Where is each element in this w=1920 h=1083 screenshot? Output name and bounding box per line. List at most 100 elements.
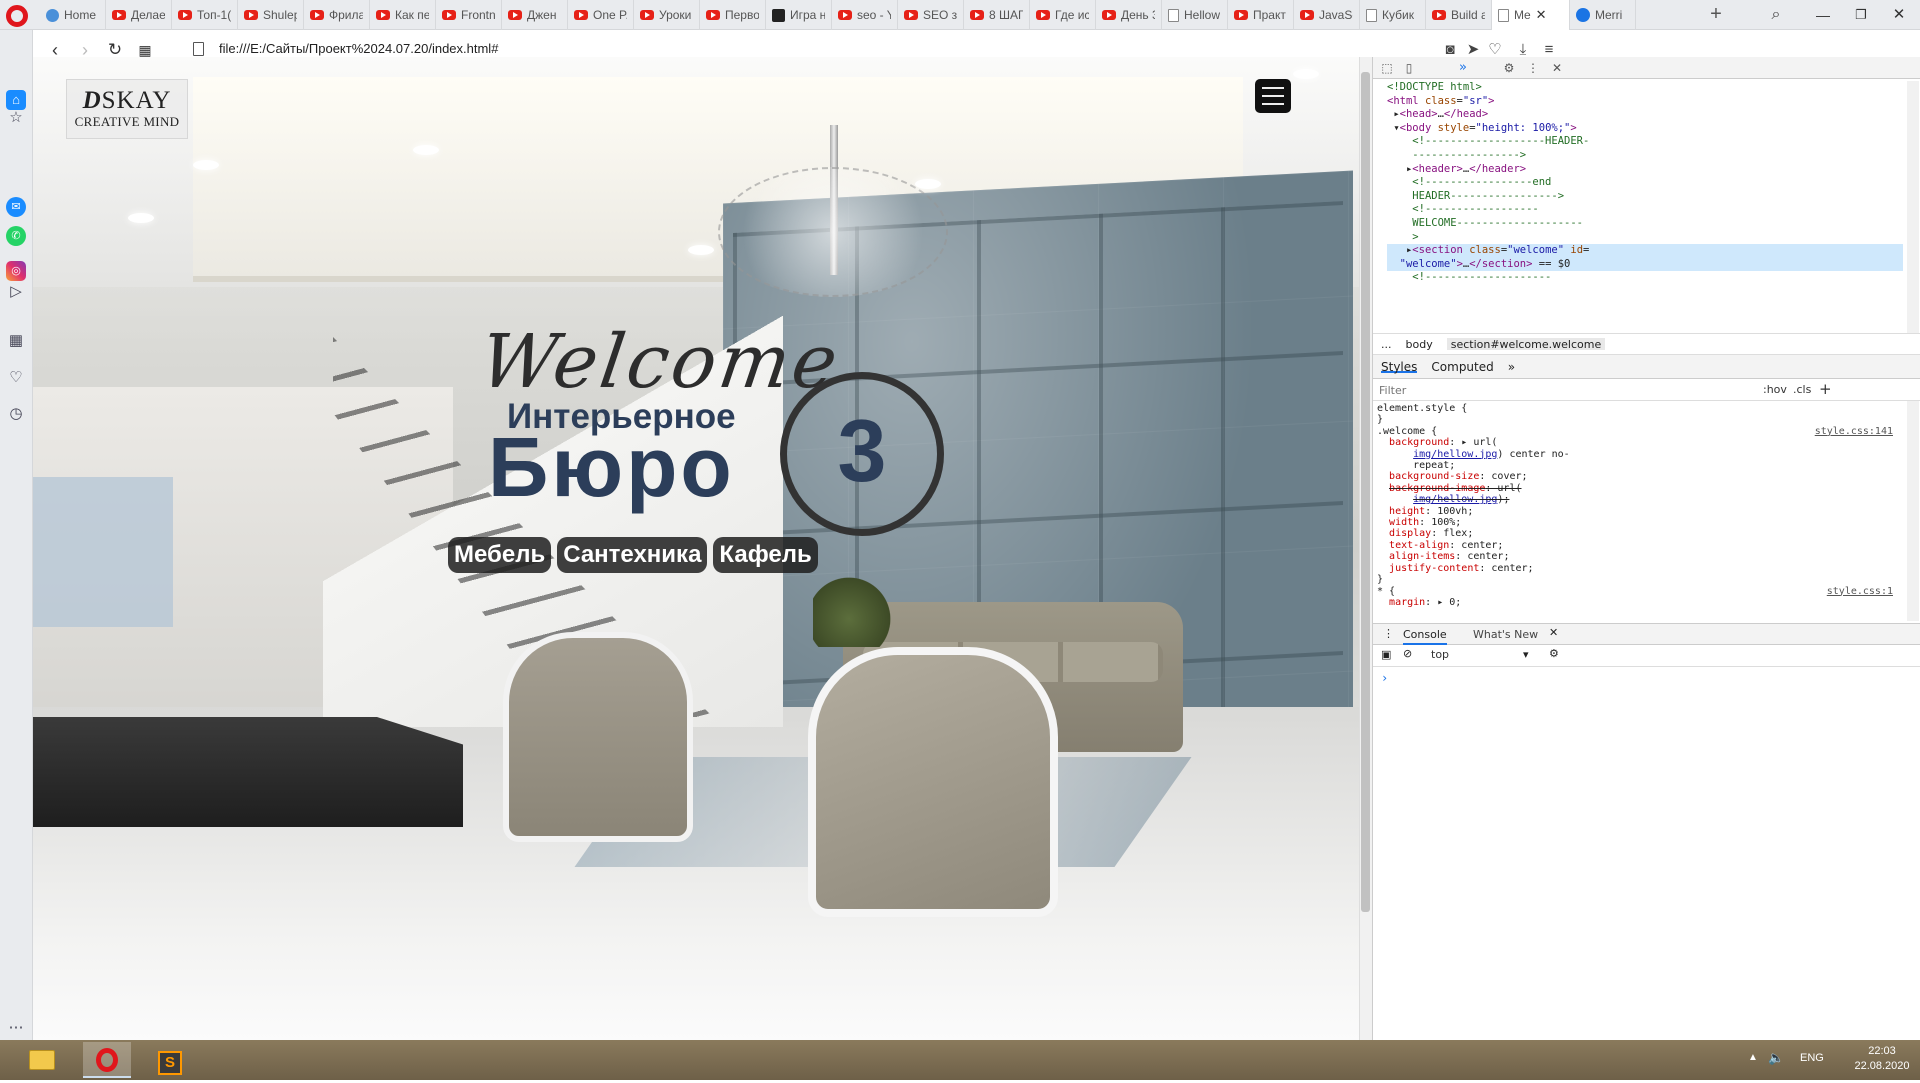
dom-tree-scrollbar[interactable] xyxy=(1907,81,1919,333)
volume-icon[interactable]: 🔈 xyxy=(1768,1050,1784,1066)
more-panels-tab[interactable]: » xyxy=(1459,60,1467,75)
opera-taskbar-icon[interactable] xyxy=(83,1042,131,1078)
whatsapp-icon[interactable]: ✆ xyxy=(6,226,26,246)
dom-node-line[interactable]: "welcome">…</section> == $0 xyxy=(1387,257,1903,272)
extensions-icon[interactable]: ▦ xyxy=(6,331,26,351)
css-rule-line[interactable]: background-size: cover; xyxy=(1377,471,1899,482)
browser-tab[interactable]: Home xyxy=(40,0,106,30)
tag-tiles[interactable]: Кафель xyxy=(713,537,818,573)
css-rule-line[interactable]: background-image: url( xyxy=(1377,483,1899,494)
close-tab-icon[interactable]: ✕ xyxy=(1536,7,1547,23)
css-rule-line[interactable]: * {style.css:1 xyxy=(1377,586,1899,597)
css-rule-line[interactable]: img/hellow.jpg) center no- xyxy=(1377,449,1899,460)
minimize-button[interactable]: — xyxy=(1808,3,1838,27)
url-field[interactable]: file:///E:/Сайты/Проект%2024.07.20/index… xyxy=(219,41,498,56)
styles-filter-input[interactable] xyxy=(1379,382,1619,398)
device-toolbar-icon[interactable]: ▯ xyxy=(1401,60,1417,76)
dom-node-line[interactable]: WELCOME-------------------- xyxy=(1387,217,1903,231)
breadcrumb-body[interactable]: body xyxy=(1406,338,1433,351)
browser-tab[interactable]: One P. xyxy=(568,0,634,30)
breadcrumb-section[interactable]: section#welcome.welcome xyxy=(1446,338,1606,351)
css-rule-line[interactable]: text-align: center; xyxy=(1377,540,1899,551)
browser-tab[interactable]: День 3 xyxy=(1096,0,1162,30)
dom-node-line[interactable]: ▸<head>…</head> xyxy=(1387,108,1903,122)
browser-tab[interactable]: Делае xyxy=(106,0,172,30)
tab-console[interactable]: Console xyxy=(1403,628,1447,645)
console-prompt[interactable]: › xyxy=(1381,671,1388,685)
browser-tab[interactable]: Джен xyxy=(502,0,568,30)
css-rule-line[interactable]: repeat; xyxy=(1377,460,1899,471)
css-rule-line[interactable]: margin: ▸ 0; xyxy=(1377,597,1899,608)
more-icon[interactable]: ⋯ xyxy=(6,1018,26,1038)
browser-tab[interactable]: Frontn xyxy=(436,0,502,30)
speed-dial-home-icon[interactable]: ⌂ xyxy=(6,90,26,110)
css-rule-line[interactable]: display: flex; xyxy=(1377,528,1899,539)
css-rule-line[interactable]: .welcome {style.css:141 xyxy=(1377,426,1899,437)
styles-scrollbar[interactable] xyxy=(1907,401,1919,621)
search-tabs-icon[interactable]: ⌕ xyxy=(1764,3,1788,27)
console-settings-icon[interactable]: ⚙ xyxy=(1549,647,1559,660)
browser-tab[interactable]: Shulep xyxy=(238,0,304,30)
browser-tab[interactable]: Как пе xyxy=(370,0,436,30)
tag-furniture[interactable]: Мебель xyxy=(448,537,552,573)
dom-node-line[interactable]: > xyxy=(1387,231,1903,245)
page-scrollbar-thumb[interactable] xyxy=(1361,72,1370,912)
dom-tree[interactable]: <!DOCTYPE html> <html class="sr"> ▸<head>… xyxy=(1373,81,1903,333)
maximize-button[interactable]: ❐ xyxy=(1846,3,1876,27)
dom-node-line[interactable]: <!-------------------HEADER- xyxy=(1387,135,1903,149)
styles-pane[interactable]: element.style {} .welcome {style.css:141 … xyxy=(1373,401,1903,621)
css-rule-line[interactable]: align-items: center; xyxy=(1377,551,1899,562)
bookmarks-heart-icon[interactable]: ♡ xyxy=(6,368,26,388)
browser-tab[interactable]: Фрила xyxy=(304,0,370,30)
add-rule-icon[interactable]: + xyxy=(1819,380,1832,398)
dom-node-line[interactable]: <!-------------------- xyxy=(1387,271,1903,285)
tab-more[interactable]: » xyxy=(1508,360,1515,374)
browser-tab[interactable]: Build a xyxy=(1426,0,1492,30)
css-rule-line[interactable]: } xyxy=(1377,414,1899,425)
console-sidebar-icon[interactable]: ▣ xyxy=(1381,648,1391,661)
clock[interactable]: 22:03 22.08.2020 xyxy=(1852,1044,1912,1074)
drawer-menu-icon[interactable]: ⋮ xyxy=(1383,627,1394,640)
site-logo[interactable]: DSKAY CREATIVE MIND xyxy=(66,79,188,139)
browser-tab[interactable]: Уроки xyxy=(634,0,700,30)
chevron-down-icon[interactable]: ▾ xyxy=(1523,648,1529,661)
tab-whats-new[interactable]: What's New xyxy=(1473,628,1538,641)
tab-computed[interactable]: Computed xyxy=(1431,360,1493,374)
opera-menu-icon[interactable] xyxy=(6,5,28,27)
close-window-button[interactable]: ✕ xyxy=(1884,3,1914,27)
browser-tab[interactable]: 8 ШАГ xyxy=(964,0,1030,30)
css-rule-line[interactable]: element.style { xyxy=(1377,403,1899,414)
new-tab-button[interactable]: + xyxy=(1704,3,1728,27)
breadcrumb-more[interactable]: ... xyxy=(1381,338,1392,351)
browser-tab[interactable]: Кубик xyxy=(1360,0,1426,30)
css-rule-line[interactable]: img/hellow.jpg); xyxy=(1377,494,1899,505)
dom-node-line[interactable]: <!------------------ xyxy=(1387,203,1903,217)
dom-node-line[interactable]: HEADER-----------------> xyxy=(1387,190,1903,204)
dom-node-line[interactable]: <!DOCTYPE html> xyxy=(1387,81,1903,95)
tray-expand-icon[interactable]: ▲ xyxy=(1748,1052,1758,1063)
hamburger-menu-button[interactable] xyxy=(1255,79,1291,113)
css-rule-line[interactable]: height: 100vh; xyxy=(1377,506,1899,517)
clear-console-icon[interactable]: ⊘ xyxy=(1403,647,1412,660)
file-explorer-icon[interactable] xyxy=(18,1042,66,1078)
css-rule-line[interactable]: width: 100%; xyxy=(1377,517,1899,528)
browser-tab[interactable]: Топ-1( xyxy=(172,0,238,30)
flow-icon[interactable]: ▷ xyxy=(6,282,26,302)
drawer-close-icon[interactable]: ✕ xyxy=(1549,626,1558,639)
settings-gear-icon[interactable]: ⚙ xyxy=(1501,60,1517,76)
browser-tab[interactable]: Hellow xyxy=(1162,0,1228,30)
browser-tab[interactable]: seo - Y xyxy=(832,0,898,30)
dom-node-line[interactable]: ▸<header>…</header> xyxy=(1387,163,1903,177)
browser-tab[interactable]: Игра н xyxy=(766,0,832,30)
css-rule-line[interactable]: background: ▸ url( xyxy=(1377,437,1899,448)
browser-tab[interactable]: JavaSc xyxy=(1294,0,1360,30)
css-rule-line[interactable]: justify-content: center; xyxy=(1377,563,1899,574)
devtools-close-icon[interactable]: ✕ xyxy=(1549,60,1565,76)
tab-styles[interactable]: Styles xyxy=(1381,360,1418,374)
browser-tab[interactable]: Merri xyxy=(1570,0,1636,30)
dom-node-line[interactable]: -----------------> xyxy=(1387,149,1903,163)
dom-node-line[interactable]: <html class="sr"> xyxy=(1387,95,1903,109)
browser-tab[interactable]: SEO за xyxy=(898,0,964,30)
sublime-text-icon[interactable]: S xyxy=(146,1042,194,1078)
devtools-menu-icon[interactable]: ⋮ xyxy=(1525,60,1541,76)
